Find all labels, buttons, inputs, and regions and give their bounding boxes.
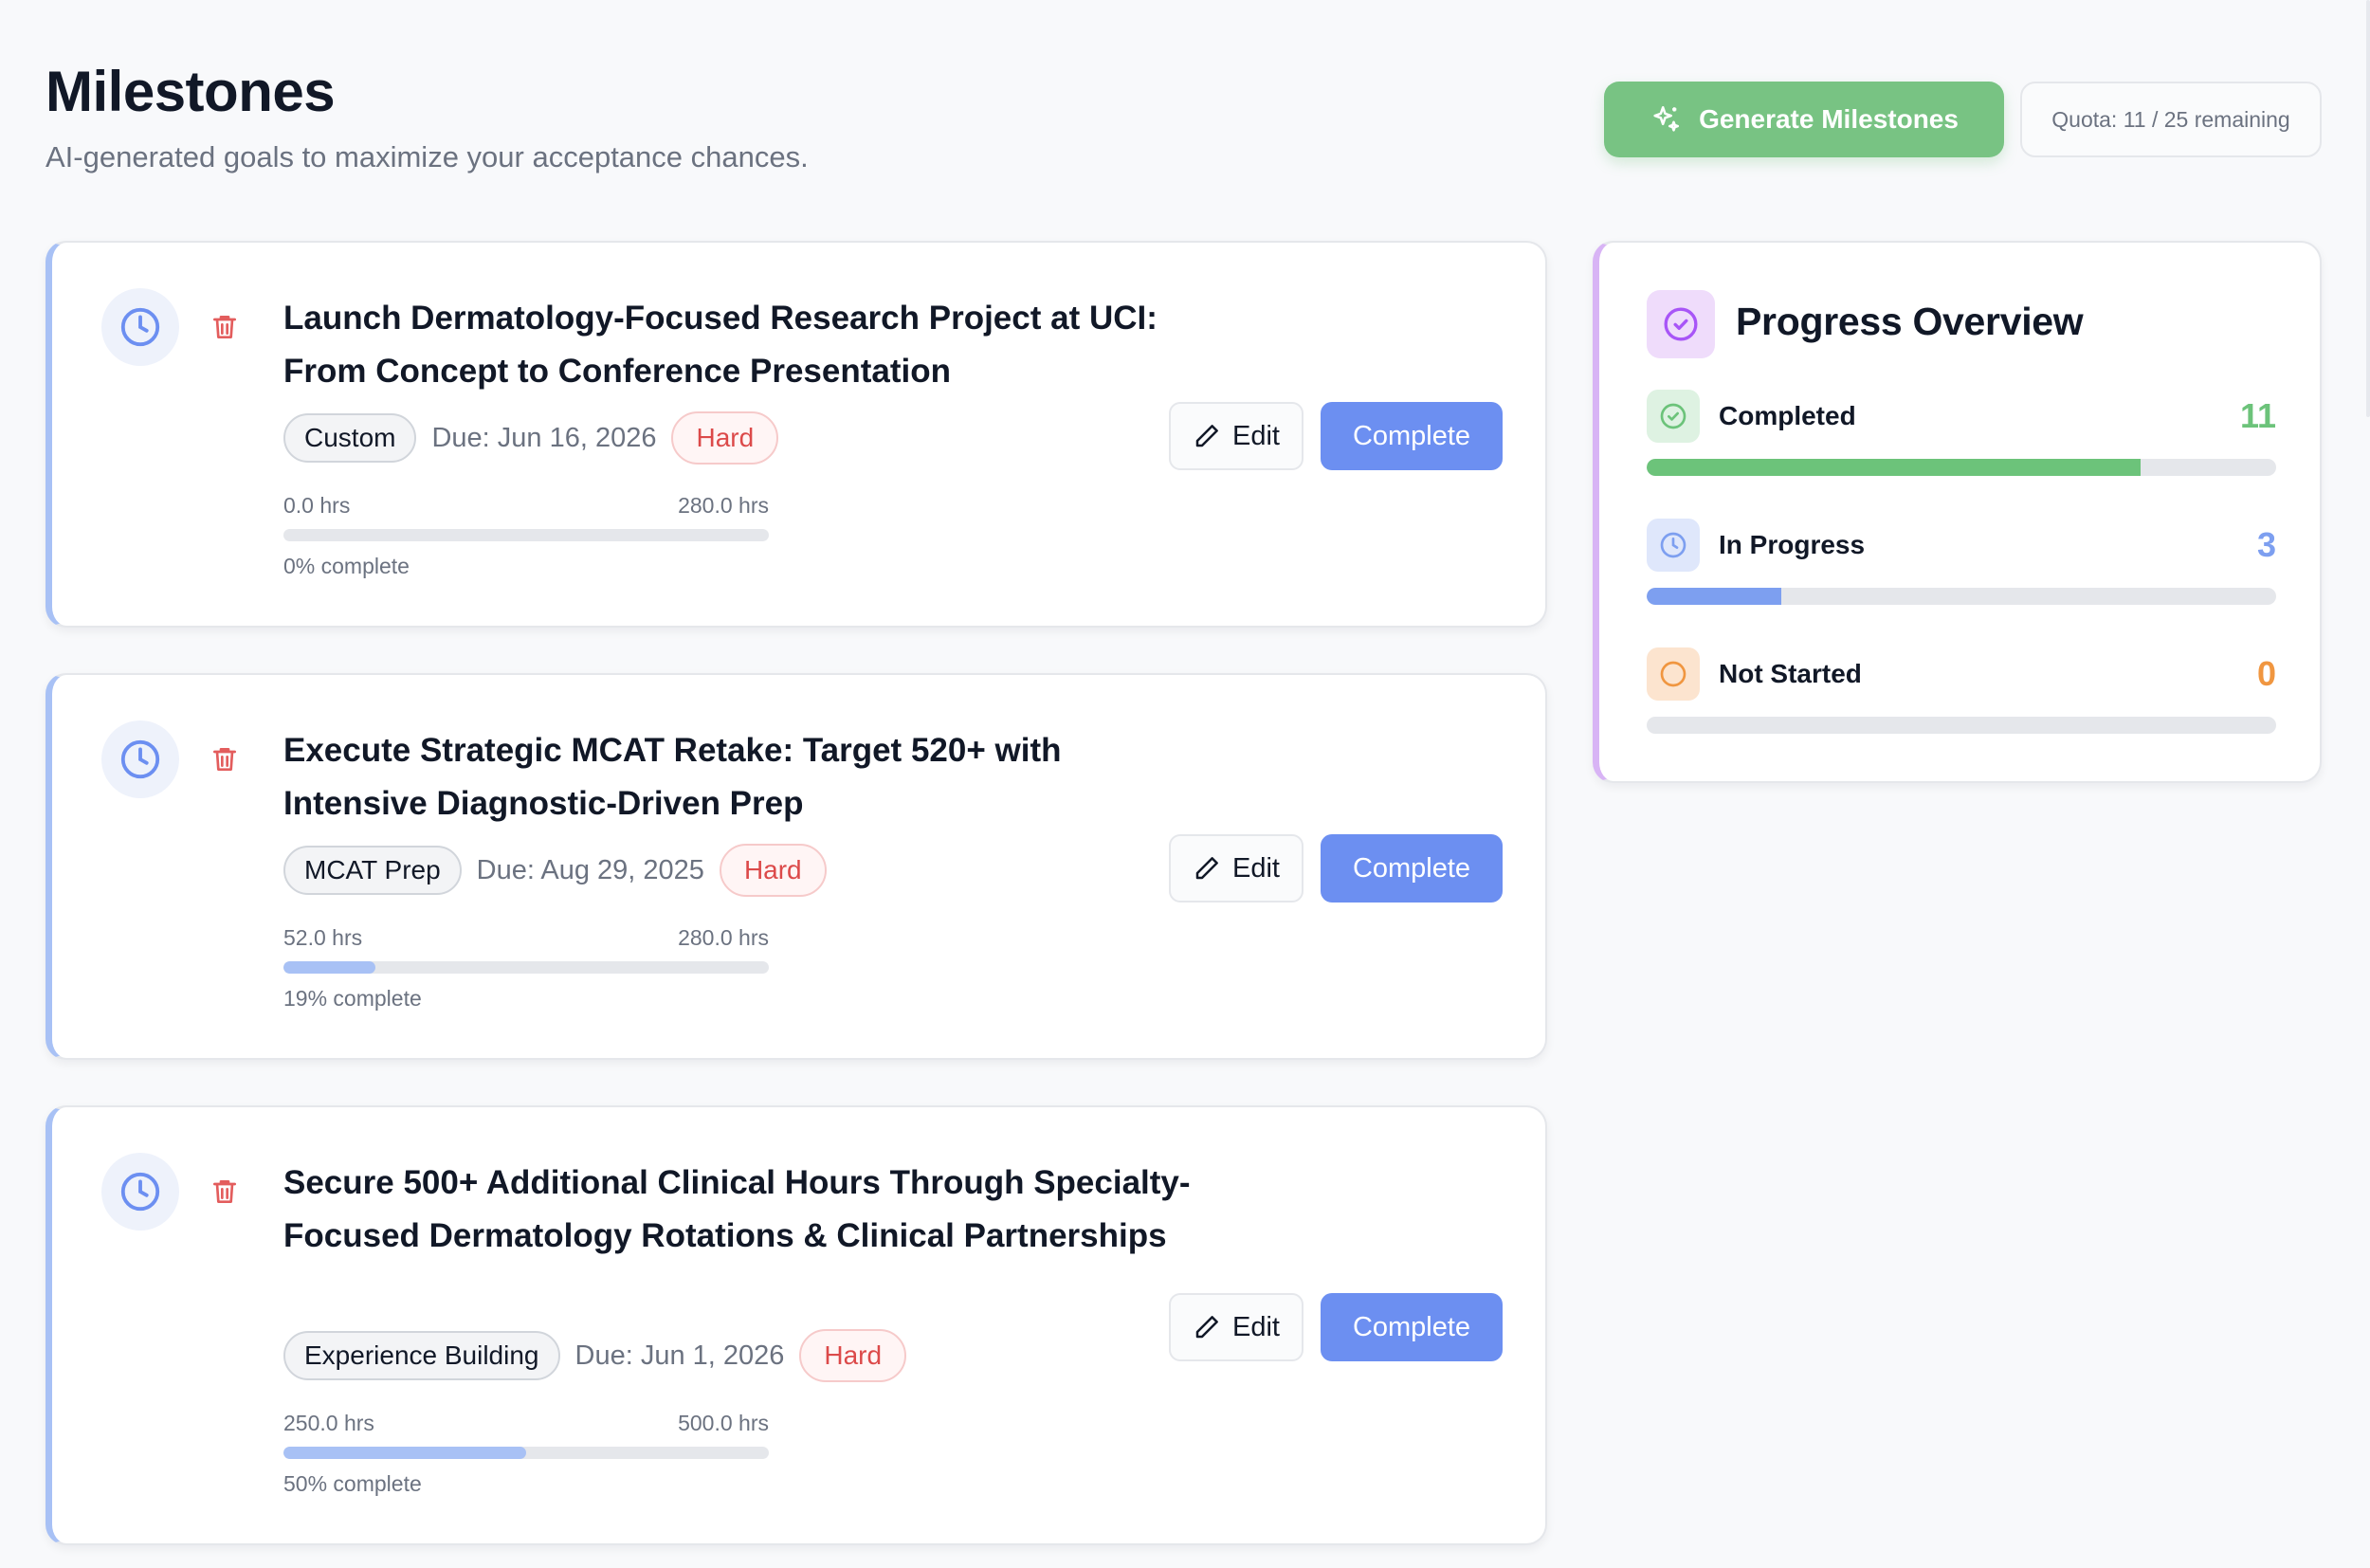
category-tag: MCAT Prep bbox=[283, 846, 462, 895]
stat-value: 0 bbox=[2256, 654, 2276, 693]
stat-bar-not-started bbox=[1647, 717, 2276, 734]
trash-icon[interactable] bbox=[210, 743, 240, 775]
complete-button[interactable]: Complete bbox=[1321, 1293, 1503, 1361]
complete-button[interactable]: Complete bbox=[1321, 402, 1503, 470]
difficulty-badge: Hard bbox=[799, 1329, 907, 1382]
circle-icon bbox=[1647, 647, 1700, 701]
stat-value: 11 bbox=[2239, 396, 2276, 435]
status-clock-icon[interactable] bbox=[101, 720, 179, 798]
stat-bar-fill bbox=[1647, 588, 1782, 605]
quota-badge: Quota: 11 / 25 remaining bbox=[2020, 82, 2322, 157]
progress-overview-card: Progress Overview Completed 11 In Progre… bbox=[1593, 241, 2322, 783]
milestone-card: Secure 500+ Additional Clinical Hours Th… bbox=[46, 1105, 1547, 1545]
hours-progress-fill bbox=[283, 1447, 526, 1459]
milestones-page: Milestones AI-generated goals to maximiz… bbox=[0, 0, 2370, 1568]
category-tag: Custom bbox=[283, 413, 417, 463]
milestone-card: Execute Strategic MCAT Retake: Target 52… bbox=[46, 673, 1547, 1060]
stat-label: In Progress bbox=[1719, 530, 1866, 559]
stat-value: 3 bbox=[2256, 525, 2276, 564]
sparkles-icon bbox=[1653, 105, 1680, 132]
stat-bar-completed bbox=[1647, 459, 2276, 476]
progress-overview-title: Progress Overview bbox=[1736, 300, 2084, 343]
percent-complete: 19% complete bbox=[283, 986, 422, 1011]
hours-progress-bar bbox=[283, 961, 769, 974]
page-title: Milestones bbox=[46, 60, 336, 123]
hours-progress-fill bbox=[283, 961, 376, 974]
due-date: Due: Jun 16, 2026 bbox=[431, 422, 657, 453]
generate-milestones-button[interactable]: Generate Milestones bbox=[1604, 82, 2004, 157]
stat-not-started: Not Started 0 bbox=[1647, 647, 2276, 702]
milestone-title: Launch Dermatology-Focused Research Proj… bbox=[283, 300, 1158, 390]
stat-bar-fill bbox=[1647, 459, 2142, 476]
hours-total: 280.0 hrs bbox=[678, 925, 769, 950]
stat-label: Not Started bbox=[1719, 659, 1862, 688]
stat-completed: Completed 11 bbox=[1647, 389, 2276, 444]
complete-button[interactable]: Complete bbox=[1321, 834, 1503, 903]
milestone-card: Launch Dermatology-Focused Research Proj… bbox=[46, 241, 1547, 628]
stat-bar-in-progress bbox=[1647, 588, 2276, 605]
milestone-title: Secure 500+ Additional Clinical Hours Th… bbox=[283, 1164, 1191, 1254]
pencil-icon bbox=[1195, 425, 1218, 447]
hours-progress-bar bbox=[283, 529, 769, 541]
percent-complete: 0% complete bbox=[283, 554, 410, 578]
clock-icon bbox=[1647, 519, 1700, 572]
hours-total: 500.0 hrs bbox=[678, 1411, 769, 1435]
percent-complete: 50% complete bbox=[283, 1471, 422, 1496]
trash-icon[interactable] bbox=[210, 311, 240, 343]
edit-button[interactable]: Edit bbox=[1169, 1293, 1304, 1361]
scrollbar[interactable] bbox=[2366, 0, 2370, 417]
due-date: Due: Aug 29, 2025 bbox=[476, 854, 704, 885]
pencil-icon bbox=[1195, 1316, 1218, 1339]
stat-label: Completed bbox=[1719, 401, 1856, 430]
trash-icon[interactable] bbox=[210, 1176, 240, 1208]
due-date: Due: Jun 1, 2026 bbox=[574, 1340, 785, 1371]
generate-milestones-label: Generate Milestones bbox=[1699, 104, 1959, 134]
edit-label: Edit bbox=[1232, 1311, 1280, 1342]
hours-row: 52.0 hrs 280.0 hrs bbox=[283, 925, 769, 951]
milestone-meta: Custom Due: Jun 16, 2026 Hard bbox=[283, 411, 779, 465]
hours-progress-bar bbox=[283, 1447, 769, 1459]
hours-row: 250.0 hrs 500.0 hrs bbox=[283, 1411, 769, 1436]
hours-done: 52.0 hrs bbox=[283, 925, 363, 950]
edit-label: Edit bbox=[1232, 420, 1280, 451]
hours-done: 0.0 hrs bbox=[283, 493, 351, 518]
milestone-meta: MCAT Prep Due: Aug 29, 2025 Hard bbox=[283, 844, 827, 897]
difficulty-badge: Hard bbox=[671, 411, 779, 465]
edit-label: Edit bbox=[1232, 852, 1280, 884]
milestone-title: Execute Strategic MCAT Retake: Target 52… bbox=[283, 732, 1062, 822]
hours-total: 280.0 hrs bbox=[678, 493, 769, 518]
stat-in-progress: In Progress 3 bbox=[1647, 518, 2276, 573]
category-tag: Experience Building bbox=[283, 1331, 560, 1380]
status-clock-icon[interactable] bbox=[101, 288, 179, 366]
edit-button[interactable]: Edit bbox=[1169, 834, 1304, 903]
page-subtitle: AI-generated goals to maximize your acce… bbox=[46, 140, 809, 173]
check-circle-icon bbox=[1647, 390, 1700, 443]
milestone-meta: Experience Building Due: Jun 1, 2026 Har… bbox=[283, 1329, 907, 1382]
check-circle-icon bbox=[1647, 290, 1715, 358]
hours-done: 250.0 hrs bbox=[283, 1411, 374, 1435]
status-clock-icon[interactable] bbox=[101, 1153, 179, 1231]
edit-button[interactable]: Edit bbox=[1169, 402, 1304, 470]
pencil-icon bbox=[1195, 857, 1218, 880]
difficulty-badge: Hard bbox=[719, 844, 827, 897]
hours-row: 0.0 hrs 280.0 hrs bbox=[283, 493, 769, 519]
